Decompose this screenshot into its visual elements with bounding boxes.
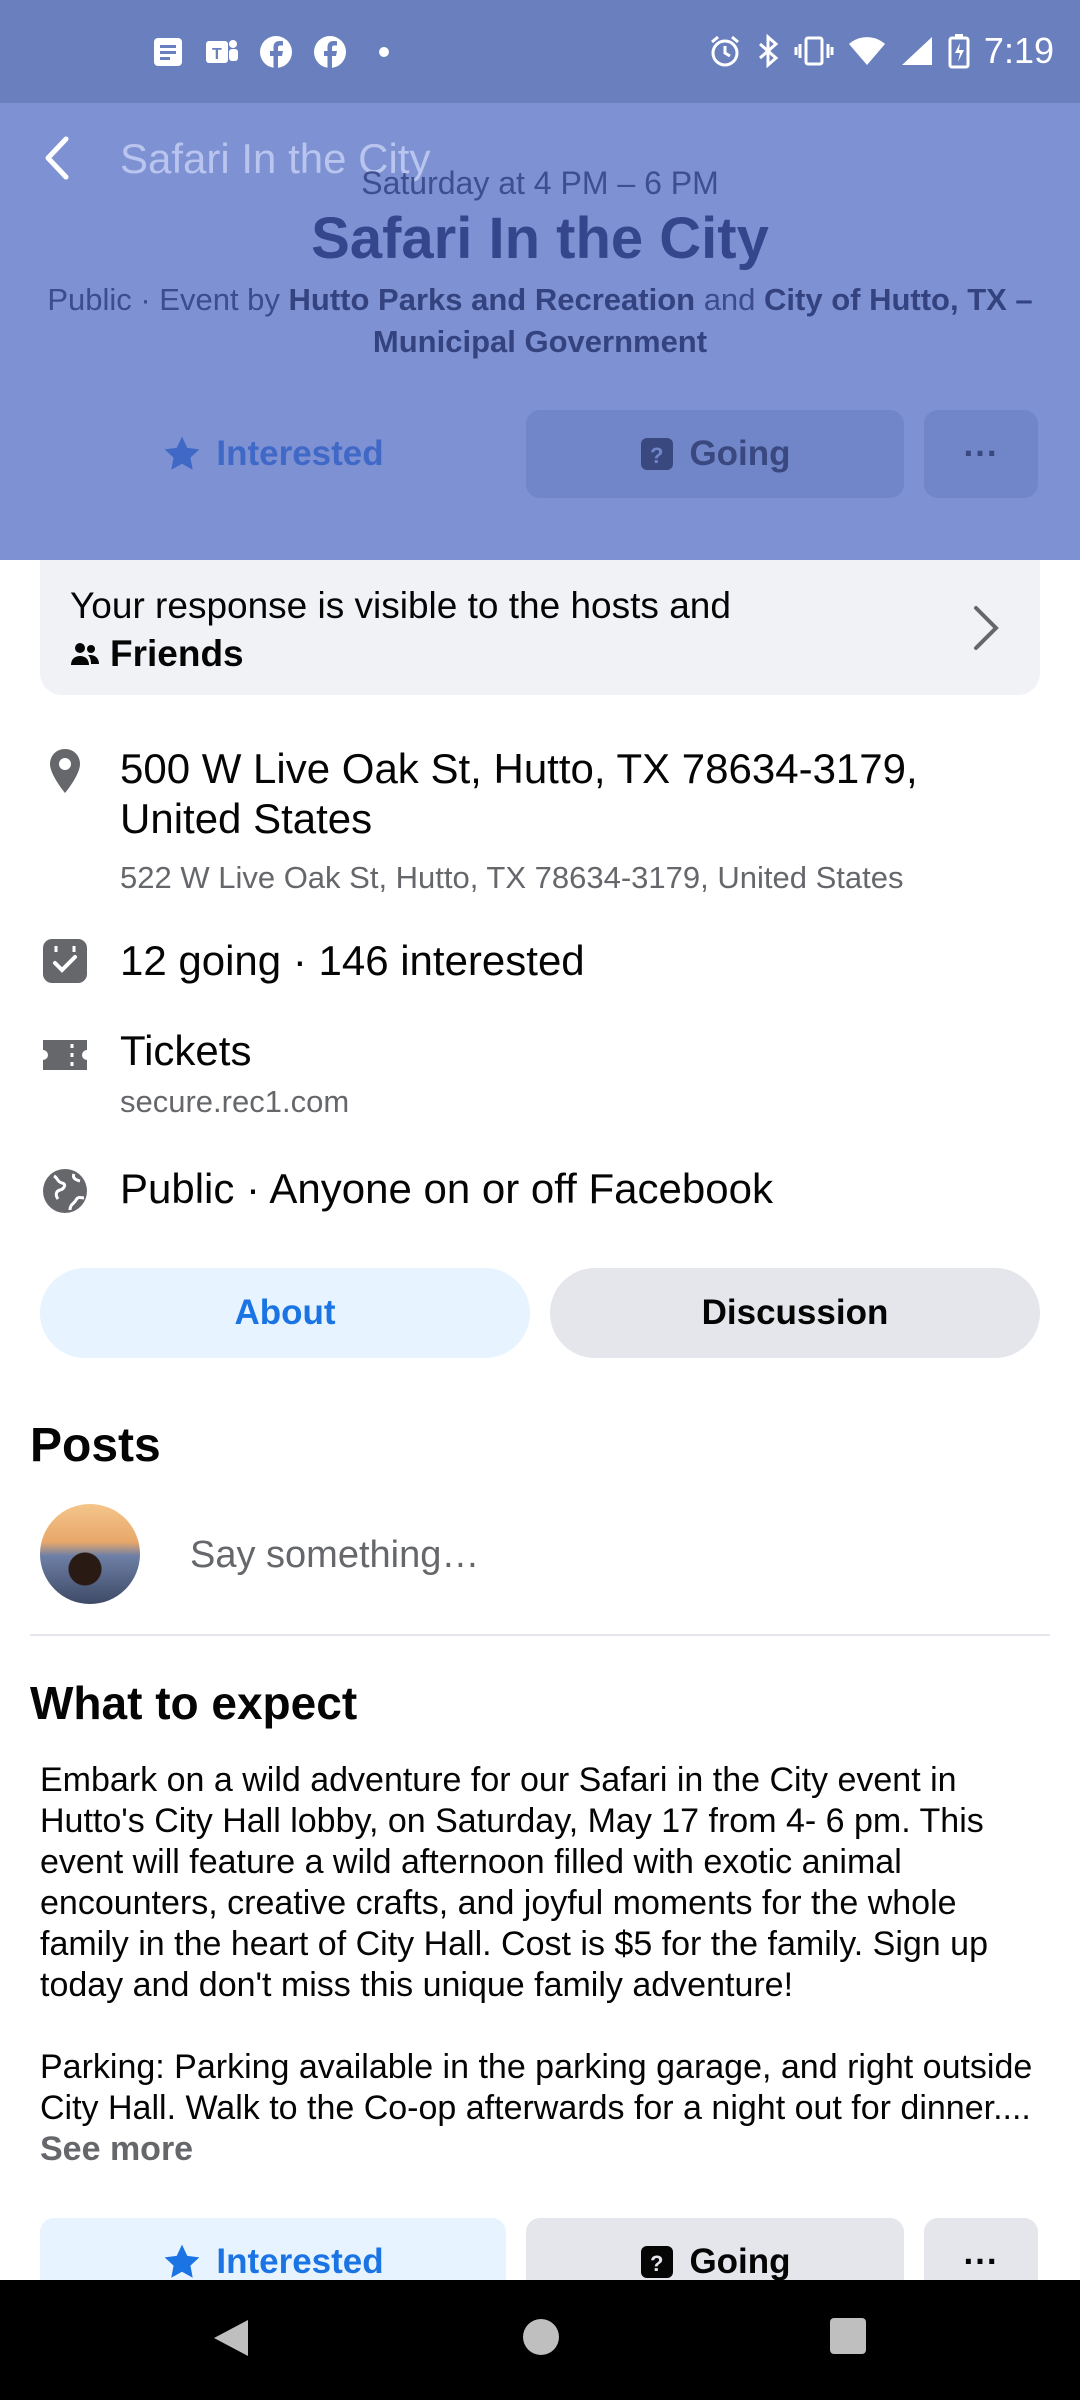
- tab-discussion-label: Discussion: [701, 1293, 889, 1332]
- nav-back-icon[interactable]: [208, 2316, 252, 2360]
- location-row[interactable]: 500 W Live Oak St, Hutto, TX 78634-3179,…: [40, 742, 1040, 902]
- signal-icon: [901, 37, 932, 65]
- wifi-icon: [848, 37, 885, 65]
- more-notifications-dot-icon: [366, 34, 402, 70]
- status-bar: T 7:19: [0, 0, 1080, 103]
- response-visibility-card[interactable]: Your response is visible to the hosts an…: [40, 560, 1040, 695]
- description-paragraph-1: Embark on a wild adventure for our Safar…: [40, 1761, 988, 2004]
- audience-row: Friends: [70, 630, 731, 678]
- going-button[interactable]: ? Going: [526, 410, 904, 498]
- event-address-secondary: 522 W Live Oak St, Hutto, TX 78634-3179,…: [120, 860, 904, 895]
- ticket-icon: [43, 1040, 87, 1070]
- tickets-url[interactable]: secure.rec1.com: [120, 1084, 349, 1120]
- response-visibility-text: Your response is visible to the hosts an…: [70, 585, 731, 626]
- description-paragraph-2: Parking: Parking available in the parkin…: [40, 2047, 1050, 2170]
- calendar-check-icon: [43, 939, 87, 983]
- event-hosts: Public · Event by Hutto Parks and Recrea…: [40, 279, 1040, 363]
- going-label-bottom: Going: [689, 2242, 791, 2281]
- system-navigation-bar: [0, 2280, 1080, 2400]
- see-more-link[interactable]: See more: [40, 2130, 193, 2168]
- privacy-text: Public · Anyone on or off Facebook: [120, 1165, 773, 1212]
- more-icon: ···: [963, 434, 999, 473]
- star-icon: [165, 436, 200, 470]
- chevron-right-icon: [974, 606, 999, 650]
- battery-icon: [948, 34, 970, 69]
- event-description: Embark on a wild adventure for our Safar…: [40, 1760, 1050, 2211]
- attendance-count: 12 going · 146 interested: [120, 937, 585, 984]
- location-pin-icon: [50, 749, 80, 793]
- svg-text:T: T: [212, 46, 222, 63]
- clock: 7:19: [983, 30, 1054, 71]
- alarm-icon: [710, 35, 739, 67]
- tab-discussion[interactable]: Discussion: [550, 1268, 1040, 1358]
- post-composer-input[interactable]: Say something…: [190, 1534, 479, 1577]
- event-header: Safari In the City Saturday at 4 PM – 6 …: [0, 103, 1080, 560]
- more-icon: ···: [963, 2242, 999, 2281]
- question-calendar-icon: ?: [641, 2246, 674, 2278]
- avatar: [40, 1504, 140, 1604]
- friends-icon: [71, 643, 99, 665]
- interested-label-bottom: Interested: [216, 2242, 384, 2281]
- tab-about[interactable]: About: [40, 1268, 530, 1358]
- event-title: Safari In the City: [311, 206, 769, 271]
- nav-home-icon[interactable]: [520, 2316, 562, 2358]
- event-date: Saturday at 4 PM – 6 PM: [361, 165, 719, 201]
- interested-label: Interested: [216, 434, 384, 473]
- question-calendar-icon: ?: [641, 438, 674, 470]
- posts-heading: Posts: [30, 1419, 161, 1472]
- system-status: 7:19: [708, 30, 1054, 72]
- host-link-1[interactable]: Hutto Parks and Recreation: [289, 282, 696, 317]
- event-address: 500 W Live Oak St, Hutto, TX 78634-3179,…: [120, 745, 918, 842]
- going-label: Going: [689, 434, 791, 473]
- tickets-row[interactable]: Tickets secure.rec1.com: [40, 1026, 1040, 1126]
- svg-text:?: ?: [650, 2251, 663, 2276]
- tab-about-label: About: [234, 1293, 336, 1332]
- vibrate-icon: [794, 36, 834, 66]
- facebook-notification-icon: [258, 34, 294, 70]
- svg-text:?: ?: [650, 443, 663, 468]
- response-text-block: Your response is visible to the hosts an…: [70, 582, 731, 678]
- privacy-row: Public · Anyone on or off Facebook: [40, 1164, 1040, 1220]
- bluetooth-icon: [758, 34, 779, 68]
- audience-label: Friends: [110, 633, 244, 674]
- news-notification-icon: [150, 34, 186, 70]
- tickets-label: Tickets: [120, 1027, 252, 1074]
- hosts-prefix: Public · Event by: [47, 282, 289, 317]
- header-action-row: Interested ? Going ···: [40, 410, 1038, 498]
- globe-icon: [43, 1169, 87, 1213]
- more-options-button[interactable]: ···: [924, 410, 1038, 498]
- divider: [30, 1634, 1050, 1636]
- hosts-and: and: [695, 282, 765, 317]
- notification-icons: T: [150, 34, 402, 70]
- what-to-expect-heading: What to expect: [30, 1677, 358, 1729]
- interested-button[interactable]: Interested: [40, 410, 506, 498]
- nav-recents-icon[interactable]: [828, 2316, 868, 2356]
- facebook-notification-icon-2: [312, 34, 348, 70]
- attendance-row[interactable]: 12 going · 146 interested: [40, 936, 1040, 992]
- star-icon: [165, 2244, 200, 2278]
- teams-notification-icon: T: [204, 34, 240, 70]
- description-paragraph-2-text: Parking: Parking available in the parkin…: [40, 2048, 1033, 2127]
